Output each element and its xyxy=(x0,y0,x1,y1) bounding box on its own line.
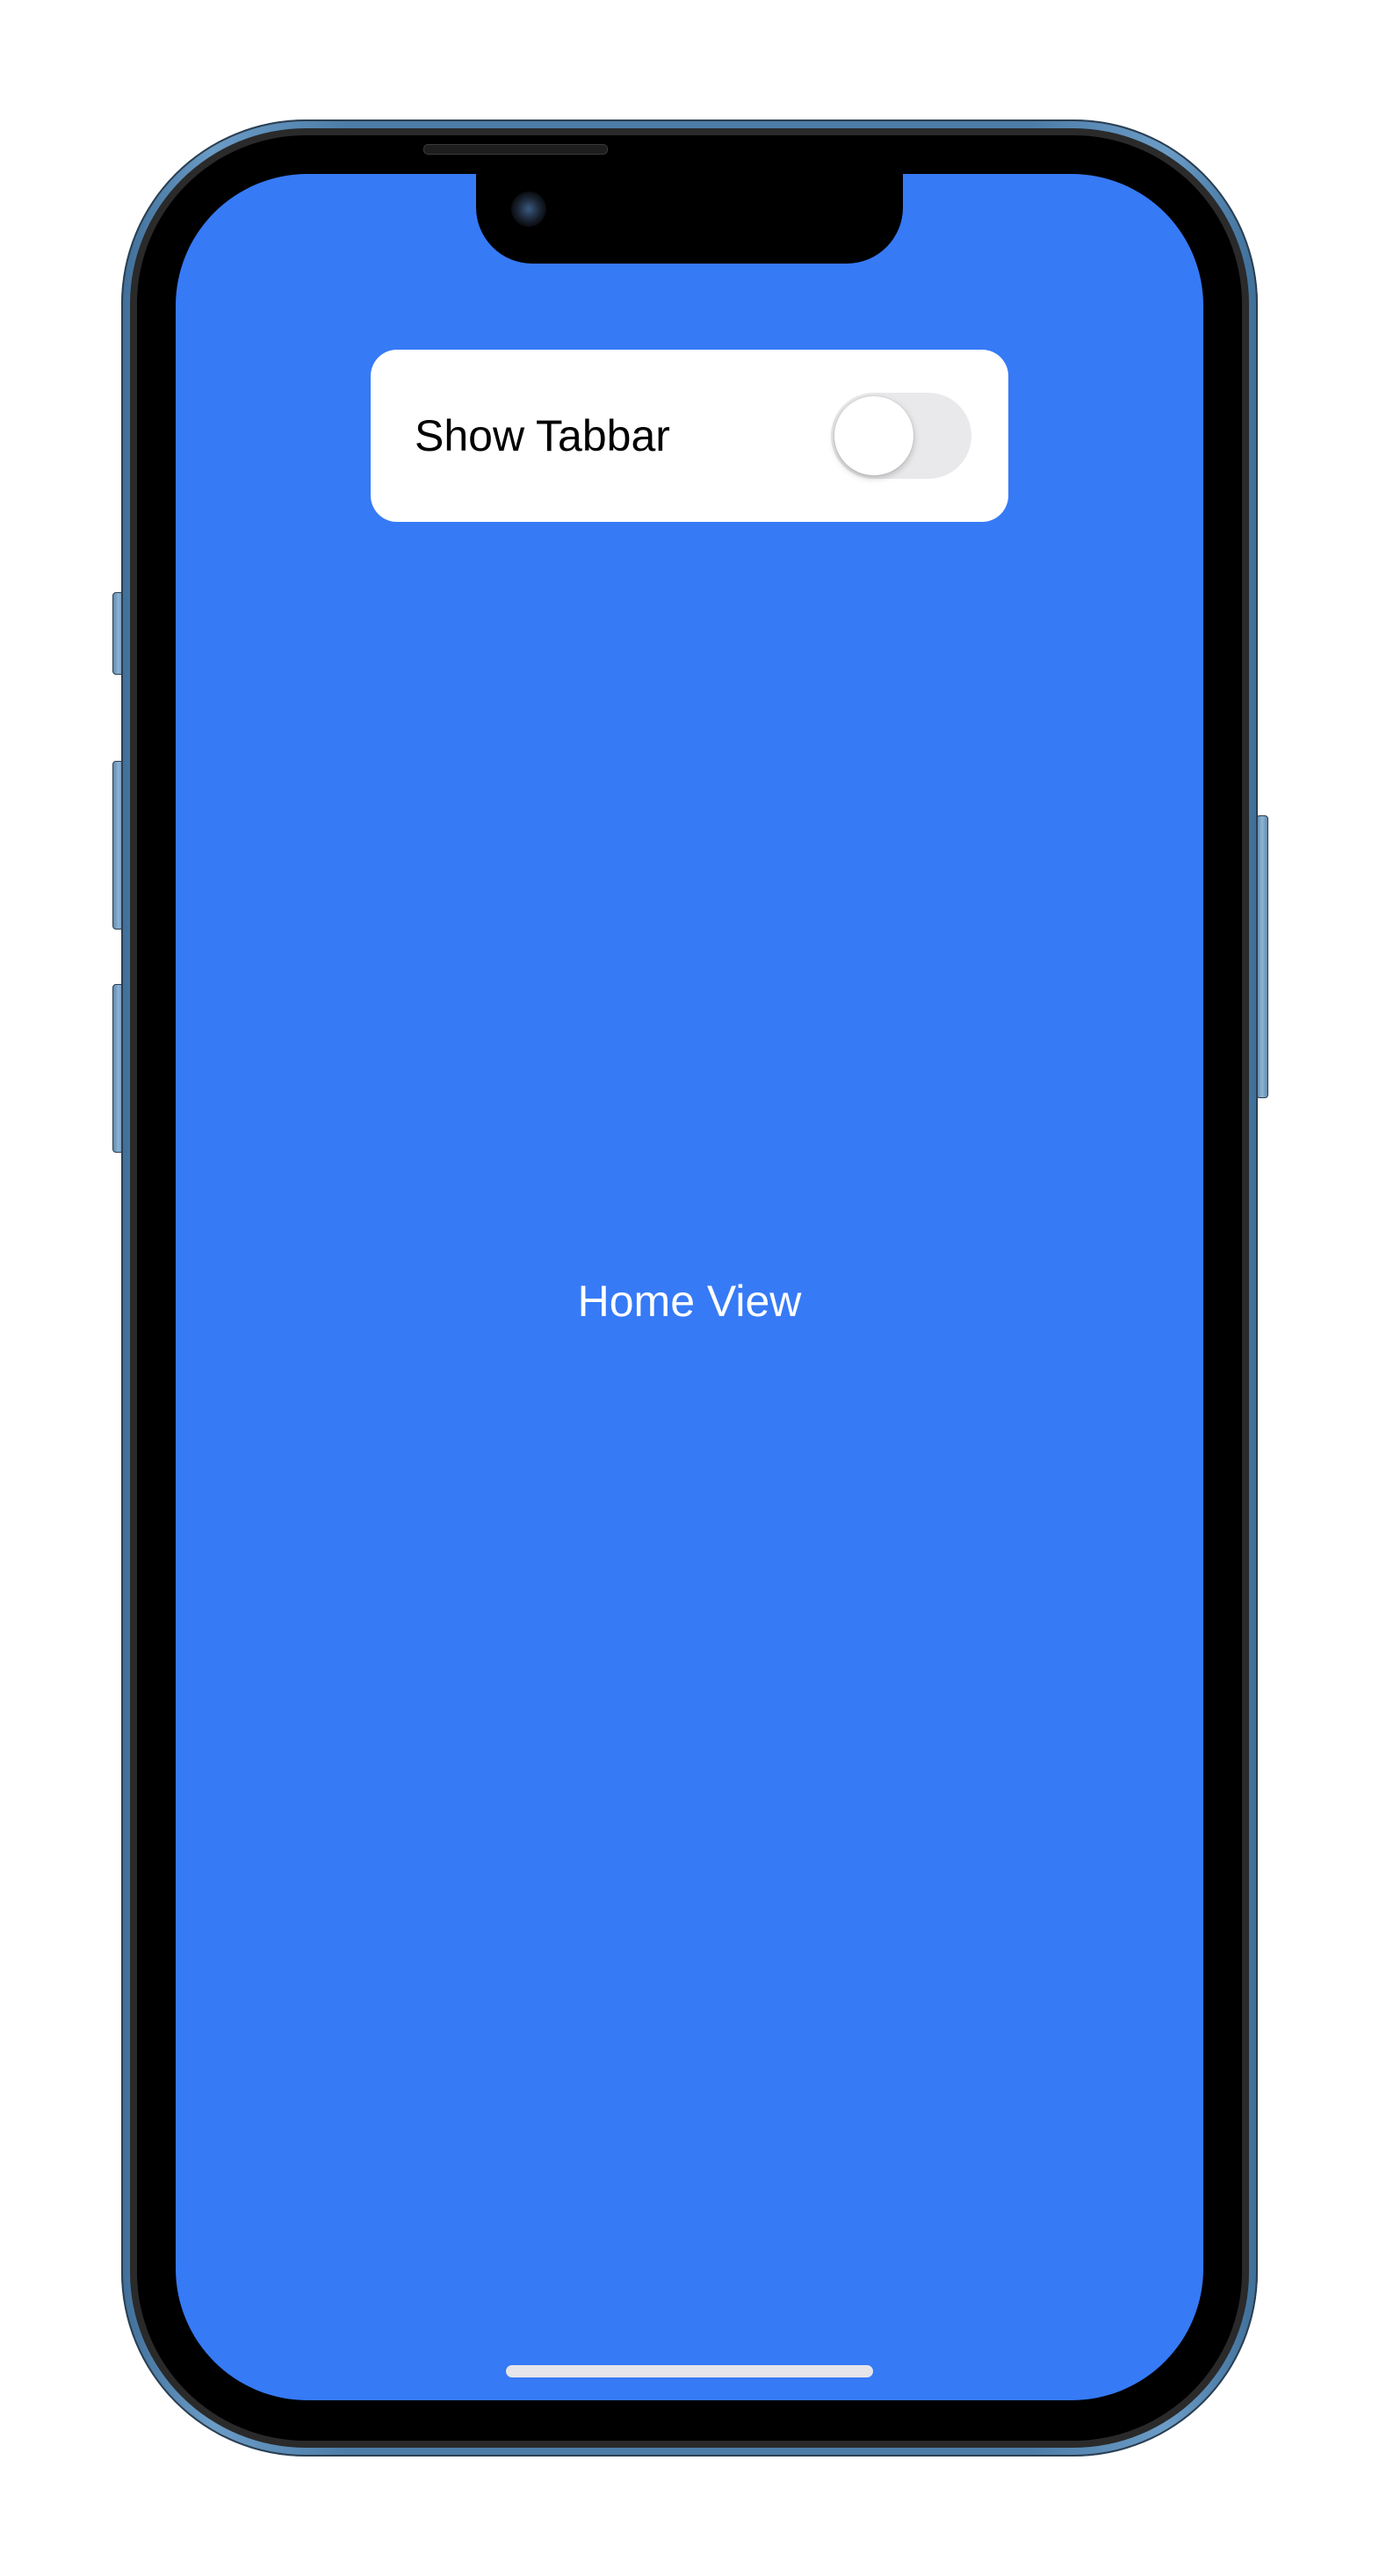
show-tabbar-card: Show Tabbar xyxy=(371,350,1008,522)
toggle-knob xyxy=(834,396,913,475)
home-view-title: Home View xyxy=(577,1277,802,1326)
front-camera-icon xyxy=(511,192,546,227)
home-indicator[interactable] xyxy=(506,2365,873,2377)
device-mockup: Show Tabbar Home View xyxy=(0,0,1379,2576)
show-tabbar-label: Show Tabbar xyxy=(415,411,670,460)
power-button xyxy=(1256,815,1268,1098)
show-tabbar-toggle[interactable] xyxy=(831,393,971,479)
earpiece-speaker xyxy=(423,144,608,155)
app-screen: Show Tabbar Home View xyxy=(176,174,1203,2400)
